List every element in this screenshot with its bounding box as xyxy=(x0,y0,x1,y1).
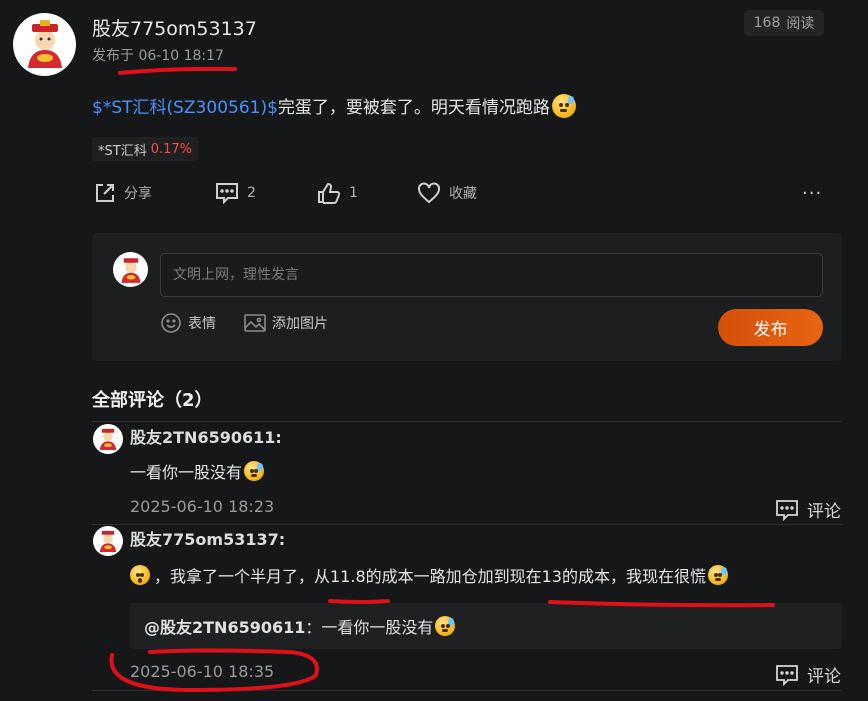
author-avatar[interactable] xyxy=(13,13,76,76)
post-action-bar: 分享 2 1 收藏 ··· xyxy=(92,178,832,208)
sweat-emoji-icon xyxy=(551,93,576,118)
post-time: 发布于 06-10 18:17 xyxy=(92,48,224,64)
reply-icon xyxy=(776,499,798,521)
emoji-label: 表情 xyxy=(188,316,216,332)
emoji-button[interactable]: 表情 xyxy=(160,311,216,335)
quote-text: ：一看你一股没有 xyxy=(305,618,434,637)
reply-label: 评论 xyxy=(807,667,841,687)
read-count-badge: 168 阅读 xyxy=(744,10,824,36)
avatar-caishen-icon xyxy=(99,530,117,553)
stock-link[interactable]: $*ST汇科(SZ300561)$ xyxy=(92,93,278,118)
favorite-label: 收藏 xyxy=(449,186,477,202)
read-label: 阅读 xyxy=(786,16,815,32)
annotation-underline xyxy=(118,66,237,75)
add-image-button[interactable]: 添加图片 xyxy=(244,311,328,335)
image-icon xyxy=(244,314,266,332)
share-label: 分享 xyxy=(124,186,152,202)
comment-button[interactable]: 2 xyxy=(215,178,256,208)
comment-body: 一看你一股没有 xyxy=(130,463,243,482)
annotation-underline xyxy=(328,599,390,604)
comment-body: ，我拿了一个半月了，从11.8的成本一路加仓加到现在13的成本，我现在很慌 xyxy=(154,567,706,586)
stock-tag[interactable]: *ST汇科 0.17% xyxy=(92,137,199,161)
avatar-caishen-icon xyxy=(120,257,141,283)
like-count: 1 xyxy=(349,185,358,201)
avatar-caishen-icon xyxy=(27,19,62,68)
comment-text: ，我拿了一个半月了，从11.8的成本一路加仓加到现在13的成本，我现在很慌 xyxy=(130,563,728,587)
emoji-icon xyxy=(161,313,181,333)
reply-icon xyxy=(776,664,798,686)
stock-tag-change: 0.17% xyxy=(150,141,193,157)
reply-button[interactable]: 评论 xyxy=(775,497,841,522)
comment-input[interactable] xyxy=(160,253,823,297)
more-icon[interactable]: ··· xyxy=(802,178,822,208)
comment-icon xyxy=(216,183,238,204)
sweat-emoji-icon xyxy=(244,461,265,481)
favorite-button[interactable]: 收藏 xyxy=(417,178,477,208)
comment-time: 2025-06-10 18:23 xyxy=(130,497,275,516)
publish-button[interactable]: 发布 xyxy=(718,309,823,346)
divider xyxy=(92,524,842,525)
post-body: $*ST汇科(SZ300561)$ 完蛋了，要被套了。明天看情况跑路 xyxy=(92,93,576,118)
share-button[interactable]: 分享 xyxy=(94,178,152,208)
reply-label: 评论 xyxy=(807,502,841,522)
read-count: 168 xyxy=(753,15,781,31)
comments-header: 全部评论（2） xyxy=(92,390,213,411)
post-text: 完蛋了，要被套了。明天看情况跑路 xyxy=(277,98,550,118)
crying-laughing-emoji-icon xyxy=(708,565,728,585)
heart-icon xyxy=(418,182,440,204)
reply-button[interactable]: 评论 xyxy=(775,662,841,687)
comment-avatar[interactable] xyxy=(93,424,123,454)
author-name[interactable]: 股友775om53137 xyxy=(92,14,257,41)
like-button[interactable]: 1 xyxy=(317,178,358,208)
comment-text: 一看你一股没有 xyxy=(130,459,265,483)
comment-time: 2025-06-10 18:35 xyxy=(130,662,275,681)
image-label: 添加图片 xyxy=(272,316,328,332)
comment-user[interactable]: 股友2TN6590611: xyxy=(130,424,282,448)
comment-count: 2 xyxy=(247,185,256,201)
comment-avatar[interactable] xyxy=(93,526,123,556)
quoted-comment: @股友2TN6590611 ：一看你一股没有 xyxy=(130,603,842,649)
sweat-emoji-icon xyxy=(435,616,456,636)
composer-avatar xyxy=(113,252,148,287)
avatar-caishen-icon xyxy=(99,428,117,451)
quote-user[interactable]: @股友2TN6590611 xyxy=(144,614,305,638)
shocked-emoji-icon xyxy=(130,565,150,585)
divider xyxy=(92,421,842,422)
share-icon xyxy=(96,184,114,202)
like-icon xyxy=(318,182,341,204)
divider xyxy=(92,690,842,691)
comment-user[interactable]: 股友775om53137: xyxy=(130,526,285,550)
stock-tag-name: *ST汇科 xyxy=(98,143,147,159)
